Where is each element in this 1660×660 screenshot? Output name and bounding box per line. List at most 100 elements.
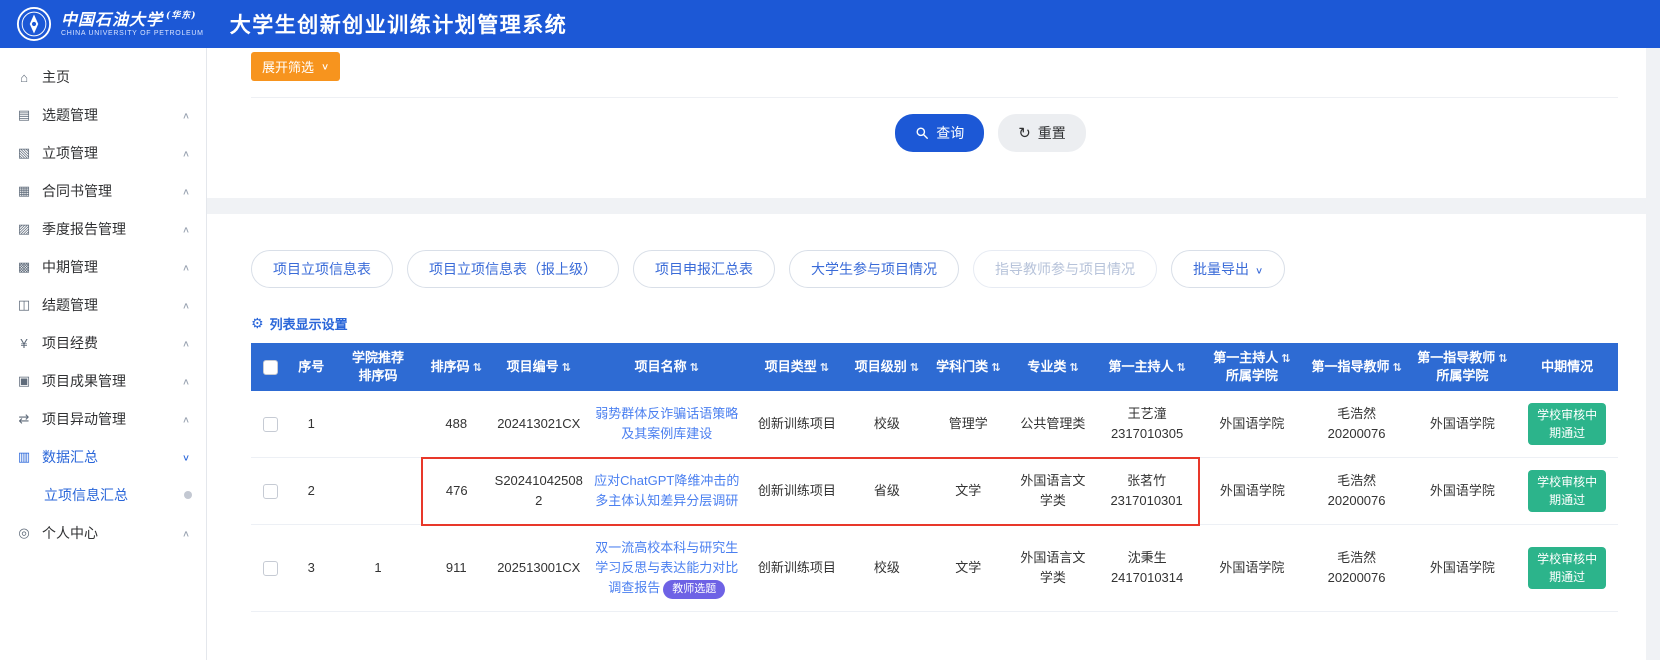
sidebar-item-conclusion-management[interactable]: ◫ 结题管理 ∧ bbox=[0, 286, 206, 324]
column-header-leader-college[interactable]: 第一主持人⇅ 所属学院 bbox=[1199, 343, 1305, 391]
chevron-up-icon: ∧ bbox=[182, 262, 190, 272]
sidebar-item-achievements-management[interactable]: ▣ 项目成果管理 ∧ bbox=[0, 362, 206, 400]
column-header-teacher[interactable]: 第一指导教师⇅ bbox=[1305, 343, 1409, 391]
cell-project-name: 双一流高校本科与研究生学习反思与表达能力对比调查报告教师选题 bbox=[587, 525, 746, 612]
column-header-project-name[interactable]: 项目名称⇅ bbox=[587, 343, 746, 391]
sidebar-item-midterm-management[interactable]: ▩ 中期管理 ∧ bbox=[0, 248, 206, 286]
sort-icon[interactable]: ⇅ bbox=[1069, 362, 1078, 374]
cell-major-class: 公共管理类 bbox=[1011, 391, 1096, 458]
chevron-up-icon: ∧ bbox=[182, 414, 190, 424]
cell-leader-college: 外国语学院 bbox=[1199, 458, 1305, 525]
tab-project-approval-info-superior[interactable]: 项目立项信息表（报上级） bbox=[407, 250, 619, 288]
university-emblem-icon bbox=[16, 6, 52, 42]
chevron-up-icon: ∧ bbox=[182, 338, 190, 348]
chevron-down-icon: ∨ bbox=[321, 61, 329, 71]
filter-card: 展开筛选 ∨ 查询 ↻ 重置 bbox=[207, 48, 1646, 198]
sidebar-item-data-summary[interactable]: ▥ 数据汇总 ∨ bbox=[0, 438, 206, 476]
home-icon: ⌂ bbox=[16, 70, 32, 85]
chevron-down-icon: ∨ bbox=[1255, 265, 1263, 275]
cell-discipline: 文学 bbox=[926, 525, 1011, 612]
cell-project-code: 202513001CX bbox=[490, 525, 587, 612]
report-icon: ▨ bbox=[16, 221, 32, 237]
cell-select bbox=[251, 458, 289, 525]
status-badge: 学校审核中期通过 bbox=[1528, 470, 1606, 512]
tab-project-approval-info[interactable]: 项目立项信息表 bbox=[251, 250, 393, 288]
status-badge: 学校审核中期通过 bbox=[1528, 547, 1606, 589]
column-header-leader[interactable]: 第一主持人⇅ bbox=[1095, 343, 1199, 391]
column-header-teacher-college[interactable]: 第一指导教师⇅ 所属学院 bbox=[1408, 343, 1516, 391]
cell-teacher-college: 外国语学院 bbox=[1408, 525, 1516, 612]
row-checkbox[interactable] bbox=[263, 561, 278, 576]
sidebar-item-change-management[interactable]: ⇄ 项目异动管理 ∧ bbox=[0, 400, 206, 438]
sidebar: ⌂ 主页 ▤ 选题管理 ∧ ▧ 立项管理 ∧ ▦ 合同书管理 ∧ ▨ 季度报告管… bbox=[0, 48, 207, 660]
chevron-up-icon: ∧ bbox=[182, 300, 190, 310]
row-checkbox[interactable] bbox=[263, 417, 278, 432]
select-all-checkbox[interactable] bbox=[263, 360, 278, 375]
cell-project-type: 创新训练项目 bbox=[746, 391, 848, 458]
expand-filter-button[interactable]: 展开筛选 ∨ bbox=[251, 52, 340, 81]
search-button[interactable]: 查询 bbox=[895, 114, 984, 152]
sort-icon[interactable]: ⇅ bbox=[1498, 353, 1507, 365]
chevron-up-icon: ∧ bbox=[182, 148, 190, 158]
project-name-link[interactable]: 应对ChatGPT降维冲击的多主体认知差异分层调研 bbox=[594, 473, 739, 508]
sidebar-item-quarterly-report[interactable]: ▨ 季度报告管理 ∧ bbox=[0, 210, 206, 248]
cell-leader-college: 外国语学院 bbox=[1199, 391, 1305, 458]
sort-icon[interactable]: ⇅ bbox=[690, 362, 699, 374]
sort-icon[interactable]: ⇅ bbox=[1281, 353, 1290, 365]
tab-project-application-summary[interactable]: 项目申报汇总表 bbox=[633, 250, 775, 288]
main-content: 展开筛选 ∨ 查询 ↻ 重置 bbox=[207, 48, 1660, 660]
gear-icon: ⚙ bbox=[251, 315, 264, 332]
table-row: 3 1 911 202513001CX 双一流高校本科与研究生学习反思与表达能力… bbox=[251, 525, 1618, 612]
column-header-college-rank: 学院推荐 排序码 bbox=[334, 343, 423, 391]
column-header-sort-code[interactable]: 排序码⇅ bbox=[422, 343, 490, 391]
chevron-up-icon: ∧ bbox=[182, 224, 190, 234]
column-header-discipline[interactable]: 学科门类⇅ bbox=[926, 343, 1011, 391]
change-icon: ⇄ bbox=[16, 411, 32, 427]
sort-icon[interactable]: ⇅ bbox=[1392, 362, 1401, 374]
sidebar-item-personal-center[interactable]: ◎ 个人中心 ∧ bbox=[0, 514, 206, 552]
tab-student-participation[interactable]: 大学生参与项目情况 bbox=[789, 250, 959, 288]
column-header-major-class[interactable]: 专业类⇅ bbox=[1011, 343, 1096, 391]
sort-icon[interactable]: ⇅ bbox=[820, 362, 829, 374]
chevron-up-icon: ∧ bbox=[182, 528, 190, 538]
sidebar-item-contract-management[interactable]: ▦ 合同书管理 ∧ bbox=[0, 172, 206, 210]
sort-icon[interactable]: ⇅ bbox=[910, 362, 919, 374]
logo-cn-text: 中国石油大学(华东) bbox=[61, 11, 204, 29]
cell-sort-code: 488 bbox=[422, 391, 490, 458]
sort-icon[interactable]: ⇅ bbox=[473, 362, 482, 374]
sidebar-item-approval-info-summary[interactable]: 立项信息汇总 bbox=[0, 476, 206, 514]
sort-icon[interactable]: ⇅ bbox=[562, 362, 571, 374]
top-header: 中国石油大学(华东) CHINA UNIVERSITY OF PETROLEUM… bbox=[0, 0, 1660, 48]
sidebar-item-topic-management[interactable]: ▤ 选题管理 ∧ bbox=[0, 96, 206, 134]
cell-project-code: S202410425082 bbox=[490, 458, 587, 525]
user-icon: ◎ bbox=[16, 525, 32, 541]
reset-button[interactable]: ↻ 重置 bbox=[998, 114, 1086, 152]
cell-teacher: 毛浩然 20200076 bbox=[1305, 525, 1409, 612]
cell-seq: 1 bbox=[289, 391, 333, 458]
sidebar-item-home[interactable]: ⌂ 主页 bbox=[0, 58, 206, 96]
tab-teacher-participation: 指导教师参与项目情况 bbox=[973, 250, 1157, 288]
cell-leader: 张茗竹 2317010301 bbox=[1095, 458, 1199, 525]
sort-icon[interactable]: ⇅ bbox=[991, 362, 1000, 374]
column-header-project-code[interactable]: 项目编号⇅ bbox=[490, 343, 587, 391]
display-settings-link[interactable]: ⚙ 列表显示设置 bbox=[251, 314, 348, 333]
cell-college-rank bbox=[334, 391, 423, 458]
chevron-up-icon: ∧ bbox=[182, 376, 190, 386]
cell-teacher-college: 外国语学院 bbox=[1408, 391, 1516, 458]
sidebar-item-project-approval[interactable]: ▧ 立项管理 ∧ bbox=[0, 134, 206, 172]
chevron-up-icon: ∧ bbox=[182, 110, 190, 120]
cell-teacher: 毛浩然 20200076 bbox=[1305, 458, 1409, 525]
row-checkbox[interactable] bbox=[263, 484, 278, 499]
table-card: 项目立项信息表 项目立项信息表（报上级） 项目申报汇总表 大学生参与项目情况 指… bbox=[207, 214, 1646, 660]
batch-export-button[interactable]: 批量导出∨ bbox=[1171, 250, 1285, 288]
sort-icon[interactable]: ⇅ bbox=[1176, 362, 1185, 374]
table-row-highlighted: 2 476 S202410425082 应对ChatGPT降维冲击的多主体认知差… bbox=[251, 458, 1618, 525]
teacher-topic-badge: 教师选题 bbox=[663, 580, 725, 599]
column-header-project-type[interactable]: 项目类型⇅ bbox=[746, 343, 848, 391]
projects-table: 序号 学院推荐 排序码 排序码⇅ 项目编号⇅ 项目名称⇅ 项目类型⇅ 项目级别⇅… bbox=[251, 343, 1618, 612]
column-header-project-level[interactable]: 项目级别⇅ bbox=[848, 343, 926, 391]
project-name-link[interactable]: 弱势群体反诈骗话语策略及其案例库建设 bbox=[595, 406, 738, 441]
cell-project-level: 省级 bbox=[848, 458, 926, 525]
conclusion-icon: ◫ bbox=[16, 297, 32, 313]
sidebar-item-project-funds[interactable]: ¥ 项目经费 ∧ bbox=[0, 324, 206, 362]
